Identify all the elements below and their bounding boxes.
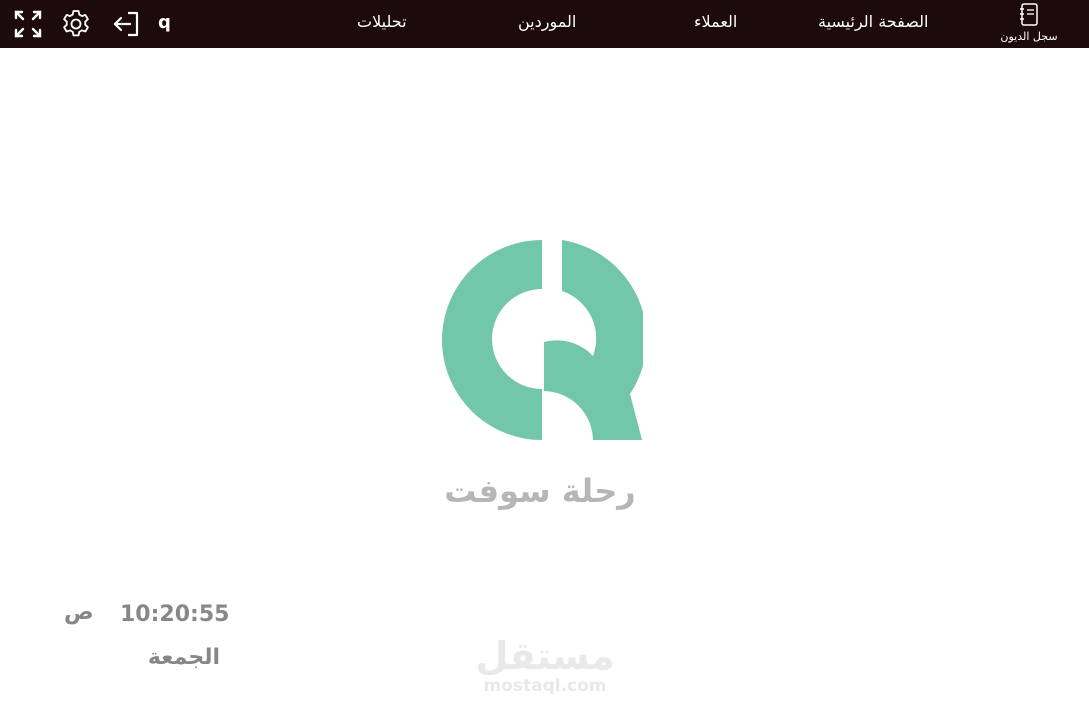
top-navigation-bar: سجل الديون الصفحة الرئيسية العملاء المور… <box>0 0 1089 48</box>
user-initial[interactable]: q <box>158 12 171 33</box>
nav-suppliers[interactable]: الموردين <box>518 12 576 31</box>
watermark: مستقل mostaql.com <box>440 636 650 696</box>
debt-ledger-label: سجل الديون <box>1000 30 1058 43</box>
watermark-arabic: مستقل <box>475 634 615 678</box>
gear-icon <box>63 10 89 37</box>
debt-ledger-button[interactable]: سجل الديون <box>991 2 1067 46</box>
logout-icon <box>113 11 139 37</box>
brand-logo <box>442 240 643 440</box>
fullscreen-icon <box>14 10 42 38</box>
clock-time: 10:20:55 <box>120 602 230 627</box>
watermark-url: mostaql.com <box>483 676 607 696</box>
clock-period: ص <box>64 600 94 625</box>
clock-day: الجمعة <box>147 645 220 670</box>
logout-button[interactable] <box>110 8 142 40</box>
nav-analytics[interactable]: تحليلات <box>357 12 407 31</box>
fullscreen-button[interactable] <box>12 8 44 40</box>
brand-name: رحلة سوفت <box>444 472 636 510</box>
notebook-icon <box>1020 3 1038 26</box>
nav-home[interactable]: الصفحة الرئيسية <box>818 12 928 31</box>
nav-customers[interactable]: العملاء <box>694 12 737 31</box>
settings-button[interactable] <box>60 8 92 40</box>
